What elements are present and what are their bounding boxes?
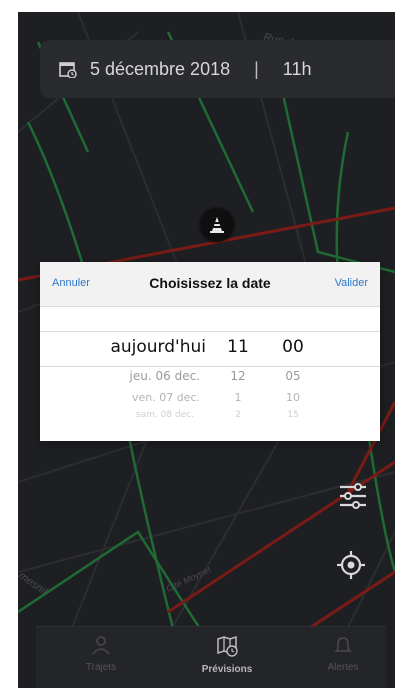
date-time-picker[interactable]: aujourd'hui jeu. 06 dec. ven. 07 dec. sa… <box>40 307 380 441</box>
locate-button[interactable] <box>332 546 370 584</box>
minute-wheel[interactable]: 00 05 10 15 <box>270 307 316 441</box>
user-icon <box>92 636 110 655</box>
hour-option[interactable]: 1 <box>218 391 258 404</box>
traffic-cone-marker[interactable] <box>200 208 234 242</box>
hour-option[interactable]: 11 <box>218 337 258 357</box>
crosshair-icon <box>337 551 365 579</box>
hour-option[interactable]: 2 <box>218 410 258 420</box>
date-hour-bar[interactable]: 5 décembre 2018 | 11h <box>40 40 395 98</box>
minute-option[interactable]: 10 <box>270 391 316 404</box>
selected-hour: 11h <box>282 58 312 79</box>
tab-label: Alertes <box>327 662 359 673</box>
date-picker-modal: Annuler Choisissez la date Valider aujou… <box>40 262 380 441</box>
date-option[interactable]: aujourd'hui <box>86 337 206 357</box>
tab-bar: Trajets Prévisions Alertes <box>36 626 386 688</box>
modal-title: Choisissez la date <box>149 275 271 291</box>
date-option[interactable]: ven. 07 dec. <box>86 391 206 404</box>
separator: | <box>254 58 259 79</box>
date-wheel[interactable]: aujourd'hui jeu. 06 dec. ven. 07 dec. sa… <box>86 307 206 441</box>
hour-option[interactable]: 12 <box>218 369 258 383</box>
bell-icon <box>334 637 352 652</box>
tab-trajets[interactable]: Trajets <box>56 635 146 673</box>
filter-button[interactable] <box>334 477 372 515</box>
selected-date: 5 décembre 2018 <box>90 58 231 79</box>
tab-previsions[interactable]: Prévisions <box>182 635 272 675</box>
sliders-icon <box>340 483 366 509</box>
minute-option[interactable]: 00 <box>270 337 316 357</box>
tab-label: Prévisions <box>201 664 253 675</box>
minute-option[interactable]: 05 <box>270 369 316 383</box>
date-option[interactable]: jeu. 06 dec. <box>86 369 206 383</box>
minute-option[interactable]: 15 <box>270 410 316 420</box>
tab-alertes[interactable]: Alertes <box>298 635 388 673</box>
traffic-cone-icon <box>210 217 224 233</box>
modal-header: Annuler Choisissez la date Valider <box>40 262 380 307</box>
hour-wheel[interactable]: 11 12 1 2 <box>218 307 258 441</box>
confirm-button[interactable]: Valider <box>335 277 368 289</box>
map-clock-icon <box>217 635 238 657</box>
calendar-icon <box>58 59 78 79</box>
date-option[interactable]: sam. 08 dec. <box>86 410 206 420</box>
tab-label: Trajets <box>85 662 117 673</box>
